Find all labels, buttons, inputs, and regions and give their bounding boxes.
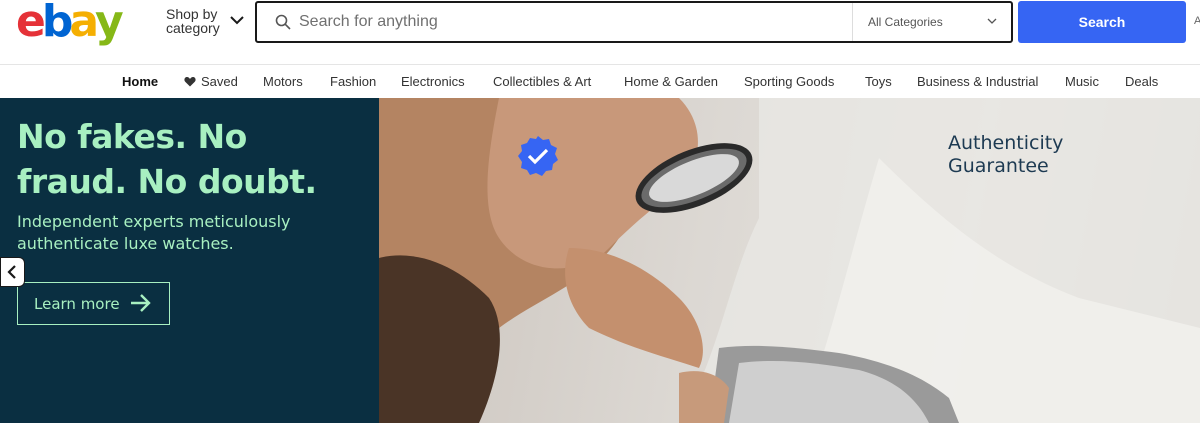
nav-item-label: Music (1065, 74, 1099, 89)
search-button[interactable]: Search (1018, 1, 1186, 43)
nav-item-label: Sporting Goods (744, 74, 835, 89)
chevron-down-icon (230, 16, 244, 25)
category-select[interactable]: All Categories (853, 3, 1011, 41)
nav-item-label: Saved (201, 74, 238, 89)
shop-by-category-button[interactable]: Shop by category (166, 7, 256, 39)
heart-icon (184, 77, 196, 87)
hero-image (379, 98, 1200, 423)
ebay-logo[interactable]: ebay (16, 0, 124, 48)
nav-item-label: Toys (865, 74, 892, 89)
nav-item-sporting-goods[interactable]: Sporting Goods (744, 74, 834, 89)
site-header: ebay Shop by category All Categories Sea… (0, 0, 1200, 64)
search-input[interactable] (299, 5, 847, 39)
nav-item-electronics[interactable]: Electronics (401, 74, 465, 89)
nav-item-deals[interactable]: Deals (1125, 74, 1158, 89)
chevron-down-icon (987, 18, 997, 24)
chevron-left-icon (7, 265, 16, 279)
nav-item-music[interactable]: Music (1065, 74, 1099, 89)
search-bar: All Categories (255, 1, 1013, 43)
nav-item-collectibles[interactable]: Collectibles & Art (493, 74, 591, 89)
nav-item-toys[interactable]: Toys (865, 74, 892, 89)
arrow-right-icon (131, 294, 151, 312)
nav-item-label: Collectibles & Art (493, 74, 592, 89)
nav-item-home[interactable]: Home (122, 74, 159, 100)
nav-item-label: Home & Garden (624, 74, 718, 89)
logo-letter-b: b (41, 0, 73, 47)
nav-item-business[interactable]: Business & Industrial (917, 74, 1038, 89)
hero-banner: No fakes. No fraud. No doubt. Independen… (0, 98, 1200, 423)
logo-letter-y: y (95, 0, 124, 47)
nav-item-fashion[interactable]: Fashion (330, 74, 376, 89)
logo-letter-a: a (69, 0, 99, 47)
advanced-search-link[interactable]: A (1194, 15, 1200, 27)
nav-item-saved[interactable]: Saved (184, 74, 238, 89)
search-icon (275, 14, 291, 30)
nav-item-label: Motors (263, 74, 303, 89)
watch-inspection-photo (379, 98, 1200, 423)
learn-more-label: Learn more (34, 294, 120, 313)
nav-item-label: Business & Industrial (917, 74, 1039, 89)
category-nav: Home Saved Motors Fashion Electronics Co… (0, 64, 1200, 100)
nav-item-label: Fashion (330, 74, 377, 89)
hero-headline: No fakes. No fraud. No doubt. (17, 117, 317, 201)
badge-line1: Authenticity (948, 132, 1064, 154)
hero-text-panel: No fakes. No fraud. No doubt. Independen… (0, 98, 379, 423)
hero-subtext: Independent experts meticulously authent… (17, 212, 291, 253)
authenticity-guarantee-label: Authenticity Guarantee (948, 132, 1063, 178)
carousel-prev-button[interactable] (0, 257, 25, 287)
verified-badge-icon (518, 136, 558, 176)
nav-item-label: Home (122, 74, 159, 89)
learn-more-button[interactable]: Learn more (17, 282, 170, 325)
category-selected-label: All Categories (868, 15, 943, 29)
nav-item-home-garden[interactable]: Home & Garden (624, 74, 718, 89)
nav-item-motors[interactable]: Motors (263, 74, 303, 89)
nav-item-label: Deals (1125, 74, 1159, 89)
logo-letter-e: e (16, 0, 46, 47)
nav-item-label: Electronics (401, 74, 465, 89)
badge-line2: Guarantee (948, 155, 1049, 177)
